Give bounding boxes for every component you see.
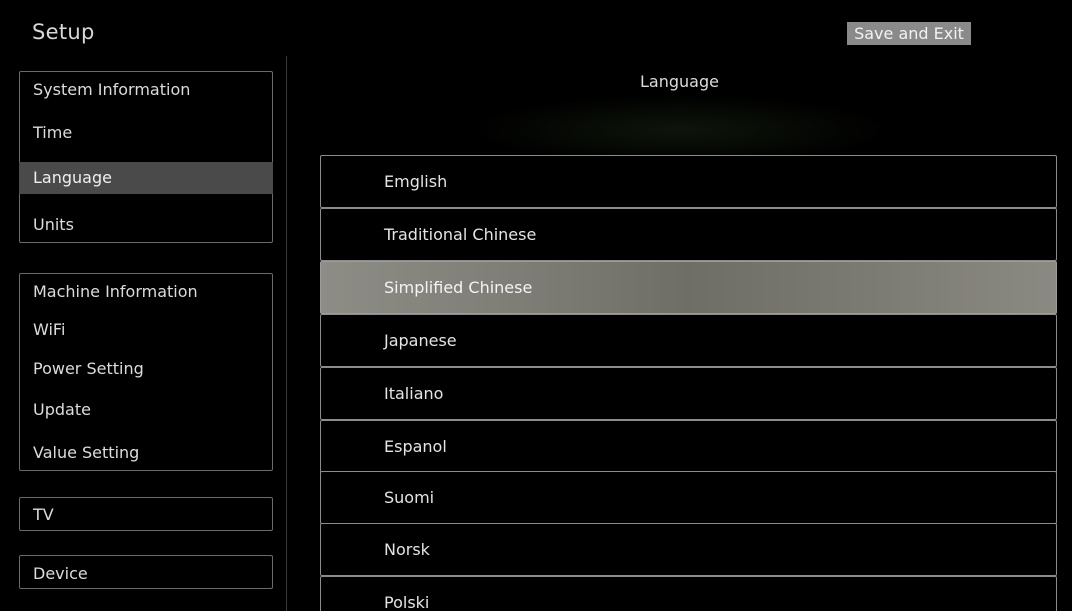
page-title: Setup [32,20,95,44]
menu-group-machine: Machine Information WiFi Power Setting U… [19,273,273,471]
sidebar-item-device[interactable]: Device [19,558,273,590]
panel-title: Language [640,72,719,91]
language-option-italiano[interactable]: Italiano [320,367,1057,420]
vertical-divider [286,56,287,611]
language-option-polski[interactable]: Polski [320,576,1057,611]
menu-group-device: Device [19,555,273,589]
sidebar-item-wifi[interactable]: WiFi [19,314,273,346]
sidebar-item-power-setting[interactable]: Power Setting [19,353,273,385]
language-option-espanol[interactable]: Espanol [320,420,1057,473]
setup-screen: Setup Save and Exit System Information T… [0,0,1072,611]
language-option-japanese[interactable]: Japanese [320,314,1057,367]
menu-group-tv: TV [19,497,273,531]
save-and-exit-button[interactable]: Save and Exit [847,22,971,45]
language-option-suomi[interactable]: Suomi [320,471,1057,524]
sidebar-item-language[interactable]: Language [19,162,273,194]
language-option-english[interactable]: Emglish [320,155,1057,208]
menu-group-system: System Information Time Language Units [19,71,273,243]
language-list: Emglish Traditional Chinese Simplified C… [320,155,1057,611]
sidebar-item-units[interactable]: Units [19,209,273,241]
sidebar-item-machine-information[interactable]: Machine Information [19,276,273,308]
language-option-simplified-chinese[interactable]: Simplified Chinese [320,261,1057,314]
language-option-norsk[interactable]: Norsk [320,523,1057,576]
sidebar-item-value-setting[interactable]: Value Setting [19,437,273,469]
sidebar-item-time[interactable]: Time [19,117,273,149]
sidebar-item-tv[interactable]: TV [19,499,273,531]
sidebar-item-update[interactable]: Update [19,394,273,426]
language-option-traditional-chinese[interactable]: Traditional Chinese [320,208,1057,261]
sidebar-item-system-information[interactable]: System Information [19,74,273,106]
